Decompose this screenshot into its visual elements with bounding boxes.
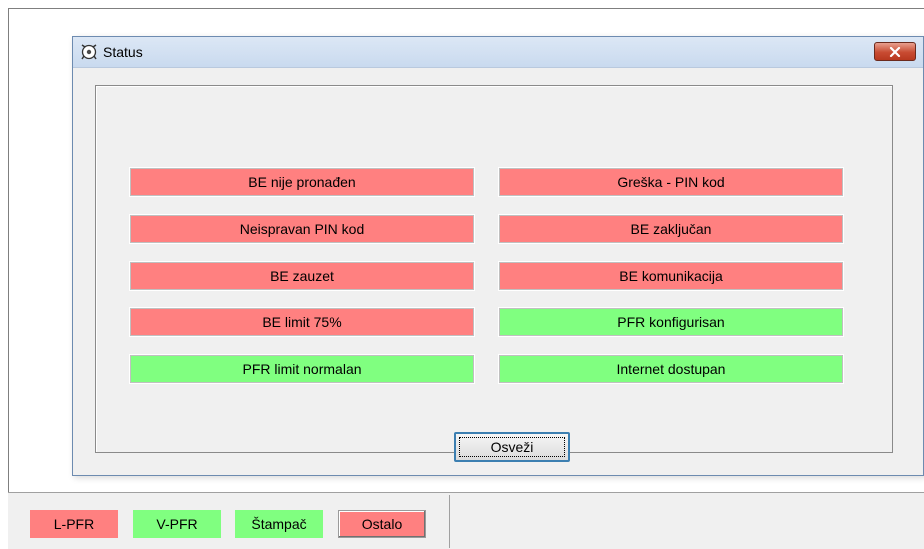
indicator-label: PFR konfigurisan bbox=[617, 314, 725, 330]
status-chip-label: L-PFR bbox=[53, 516, 95, 532]
status-chip-label: V-PFR bbox=[156, 516, 198, 532]
close-button[interactable] bbox=[874, 42, 916, 61]
indicator-invalid-pin: Neispravan PIN kod bbox=[129, 214, 475, 244]
indicator-label: BE komunikacija bbox=[619, 268, 723, 284]
refresh-button[interactable]: Osveži bbox=[454, 432, 570, 462]
status-dialog: Status BE nije pronađen Greška - PIN kod… bbox=[72, 36, 924, 476]
status-groupbox: BE nije pronađen Greška - PIN kod Neispr… bbox=[95, 85, 893, 462]
status-chip-label: Ostalo bbox=[361, 516, 403, 532]
indicator-pfr-limit-normal: PFR limit normalan bbox=[129, 354, 475, 384]
focus-rectangle bbox=[459, 437, 565, 457]
status-chip-printer: Štampač bbox=[235, 510, 323, 538]
indicator-be-busy: BE zauzet bbox=[129, 261, 475, 291]
indicator-label: BE nije pronađen bbox=[248, 174, 356, 190]
indicator-label: BE zauzet bbox=[270, 268, 334, 284]
status-bar: L-PFR V-PFR Štampač Ostalo bbox=[8, 492, 924, 549]
status-chip-label: Štampač bbox=[251, 516, 307, 532]
indicator-pfr-configured: PFR konfigurisan bbox=[498, 307, 844, 337]
indicator-pin-error: Greška - PIN kod bbox=[498, 167, 844, 197]
indicator-label: Neispravan PIN kod bbox=[239, 221, 365, 237]
indicator-be-communication: BE komunikacija bbox=[498, 261, 844, 291]
indicator-label: BE zaključan bbox=[630, 221, 712, 237]
indicator-label: PFR limit normalan bbox=[242, 361, 362, 377]
indicator-be-not-found: BE nije pronađen bbox=[129, 167, 475, 197]
status-chip-other[interactable]: Ostalo bbox=[338, 510, 426, 538]
dialog-title: Status bbox=[103, 44, 143, 60]
status-chip-l-pfr: L-PFR bbox=[30, 510, 118, 538]
status-chip-v-pfr: V-PFR bbox=[133, 510, 221, 538]
status-bar-group: L-PFR V-PFR Štampač Ostalo bbox=[10, 495, 450, 548]
indicator-label: Greška - PIN kod bbox=[617, 174, 725, 190]
close-icon bbox=[889, 46, 901, 57]
indicator-label: BE limit 75% bbox=[262, 314, 342, 330]
indicator-label: Internet dostupan bbox=[616, 361, 726, 377]
dialog-titlebar[interactable]: Status bbox=[73, 37, 923, 68]
app-status-icon bbox=[81, 44, 97, 60]
indicator-be-limit: BE limit 75% bbox=[129, 307, 475, 337]
indicator-internet-available: Internet dostupan bbox=[498, 354, 844, 384]
indicator-be-locked: BE zaključan bbox=[498, 214, 844, 244]
